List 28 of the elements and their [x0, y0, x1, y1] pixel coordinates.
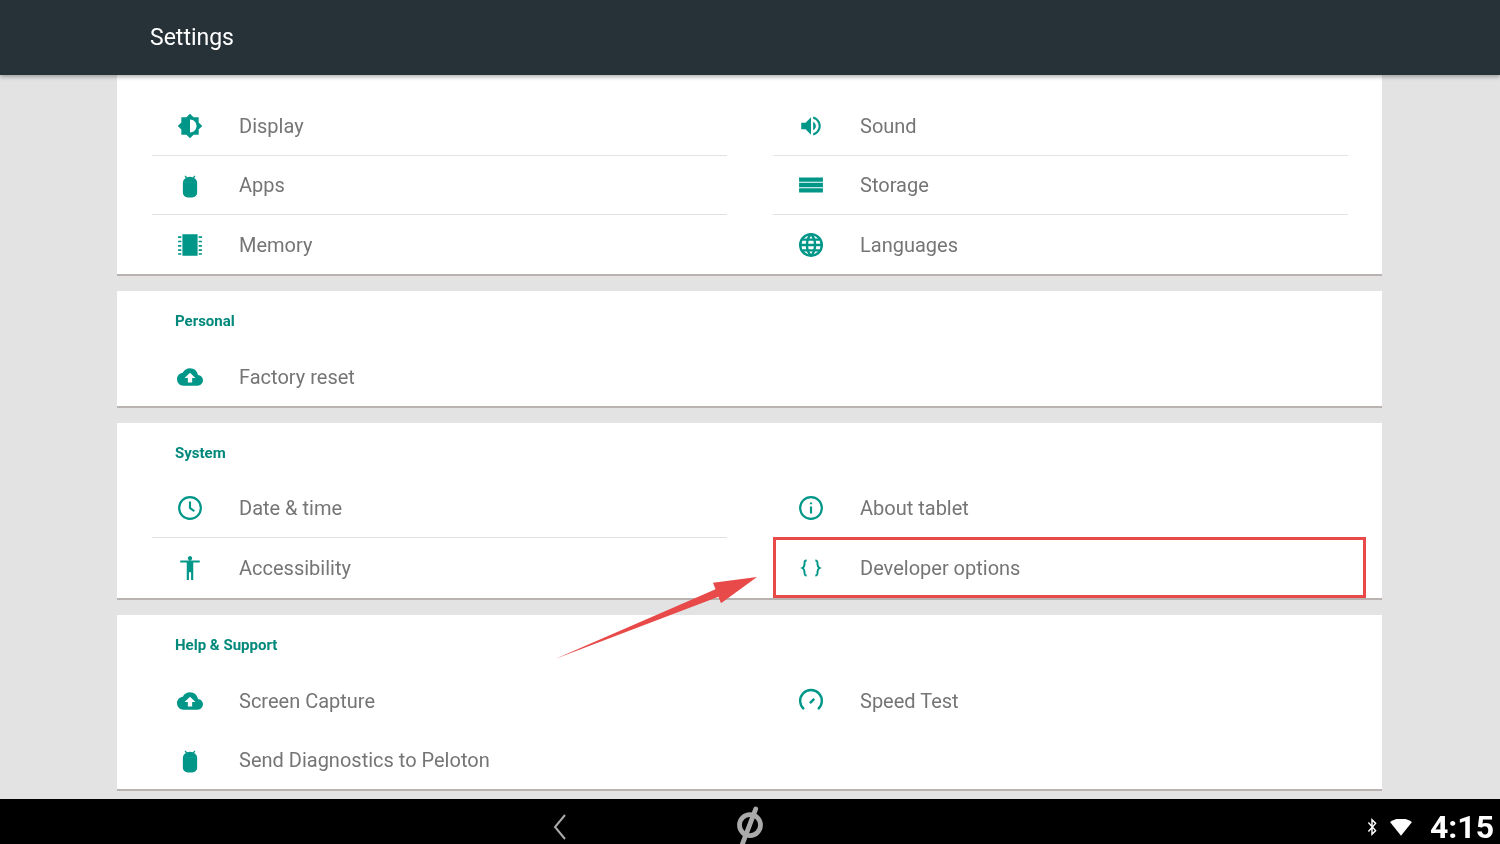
accessibility-icon	[177, 554, 203, 581]
settings-item[interactable]: Sound	[773, 97, 1348, 156]
settings-item[interactable]: Storage	[773, 156, 1348, 215]
settings-item[interactable]: About tablet	[773, 479, 1348, 538]
clock-time: 4:15	[1429, 808, 1494, 844]
bluetooth-icon	[1365, 818, 1378, 836]
settings-item[interactable]: Display	[152, 97, 727, 156]
settings-item[interactable]: Developer options	[773, 537, 1366, 598]
section-header: Help & Support	[174, 635, 278, 656]
globe-icon	[798, 231, 824, 258]
settings-item[interactable]: Factory reset	[152, 347, 727, 406]
clock-icon	[177, 495, 203, 521]
info-icon	[798, 495, 824, 521]
settings-item[interactable]: Accessibility	[152, 538, 727, 597]
settings-item[interactable]: Speed Test	[773, 671, 1348, 730]
back-icon[interactable]	[552, 813, 568, 841]
settings-item[interactable]: Memory	[152, 215, 727, 274]
wifi-icon	[1389, 818, 1412, 836]
brightness-icon	[177, 113, 203, 139]
app-bar-title: Settings	[150, 24, 234, 51]
settings-item[interactable]: Screen Capture	[152, 671, 727, 730]
settings-item[interactable]: Apps	[152, 156, 727, 215]
section-header: Personal	[174, 311, 235, 332]
settings-item[interactable]: Send Diagnostics to Peloton	[152, 730, 727, 789]
section-header: System	[174, 443, 226, 464]
settings-item[interactable]: Date & time	[152, 479, 727, 538]
chip-icon	[177, 231, 203, 258]
settings-item[interactable]: Languages	[773, 215, 1348, 274]
